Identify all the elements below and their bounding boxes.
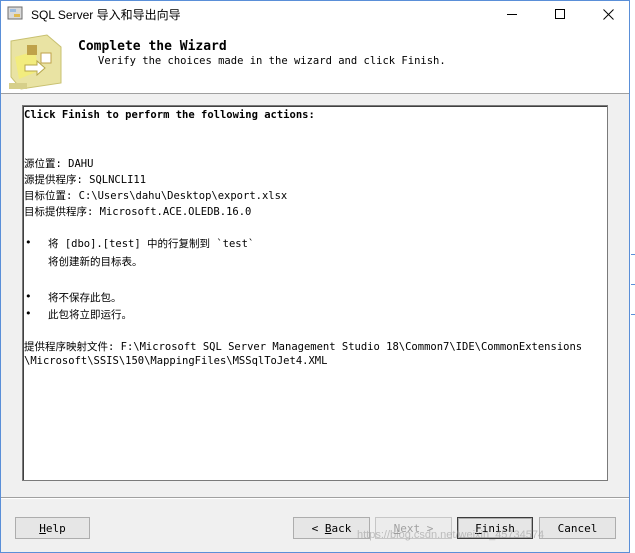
mapping-file-line2: \Microsoft\SSIS\150\MappingFiles\MSSqlTo… [24, 355, 328, 367]
background-window-edge [630, 0, 635, 553]
maximize-button[interactable] [537, 1, 583, 27]
import-export-wizard-window: SQL Server 导入和导出向导 Complete the Wizard V… [0, 0, 630, 553]
bullet-icon: • [25, 290, 32, 303]
run-now-action: 此包将立即运行。 [48, 309, 132, 321]
wizard-banner-icon [9, 34, 62, 90]
close-button[interactable] [585, 1, 631, 27]
target-location: 目标位置: C:\Users\dahu\Desktop\export.xlsx [24, 190, 288, 202]
source-location: 源位置: DAHU [24, 158, 94, 170]
page-subtitle: Verify the choices made in the wizard an… [98, 55, 446, 67]
summary-intro: Click Finish to perform the following ac… [24, 109, 315, 121]
close-icon [602, 8, 614, 20]
footer-divider [1, 497, 629, 499]
wizard-header: Complete the Wizard Verify the choices m… [1, 27, 629, 94]
minimize-button[interactable] [489, 1, 535, 27]
page-title: Complete the Wizard [78, 39, 227, 54]
summary-textbox[interactable]: Click Finish to perform the following ac… [22, 105, 608, 481]
create-table-action: 将创建新的目标表。 [48, 256, 143, 268]
mapping-file-line1: 提供程序映射文件: F:\Microsoft SQL Server Manage… [24, 341, 583, 353]
app-icon [7, 6, 23, 20]
bullet-icon: • [25, 236, 32, 249]
maximize-icon [555, 9, 565, 19]
copy-rows-action: 将 [dbo].[test] 中的行复制到 `test` [48, 238, 255, 250]
watermark: https://blog.csdn.net/weixin_45734574 [357, 529, 545, 541]
help-button[interactable]: Help [15, 517, 90, 539]
target-provider: 目标提供程序: Microsoft.ACE.OLEDB.16.0 [24, 206, 252, 218]
minimize-icon [507, 14, 517, 15]
title-bar[interactable]: SQL Server 导入和导出向导 [1, 1, 629, 27]
no-save-action: 将不保存此包。 [48, 292, 122, 304]
window-title: SQL Server 导入和导出向导 [31, 8, 181, 22]
source-provider: 源提供程序: SQLNCLI11 [24, 174, 147, 186]
bullet-icon: • [25, 307, 32, 320]
cancel-button[interactable]: Cancel [539, 517, 616, 539]
